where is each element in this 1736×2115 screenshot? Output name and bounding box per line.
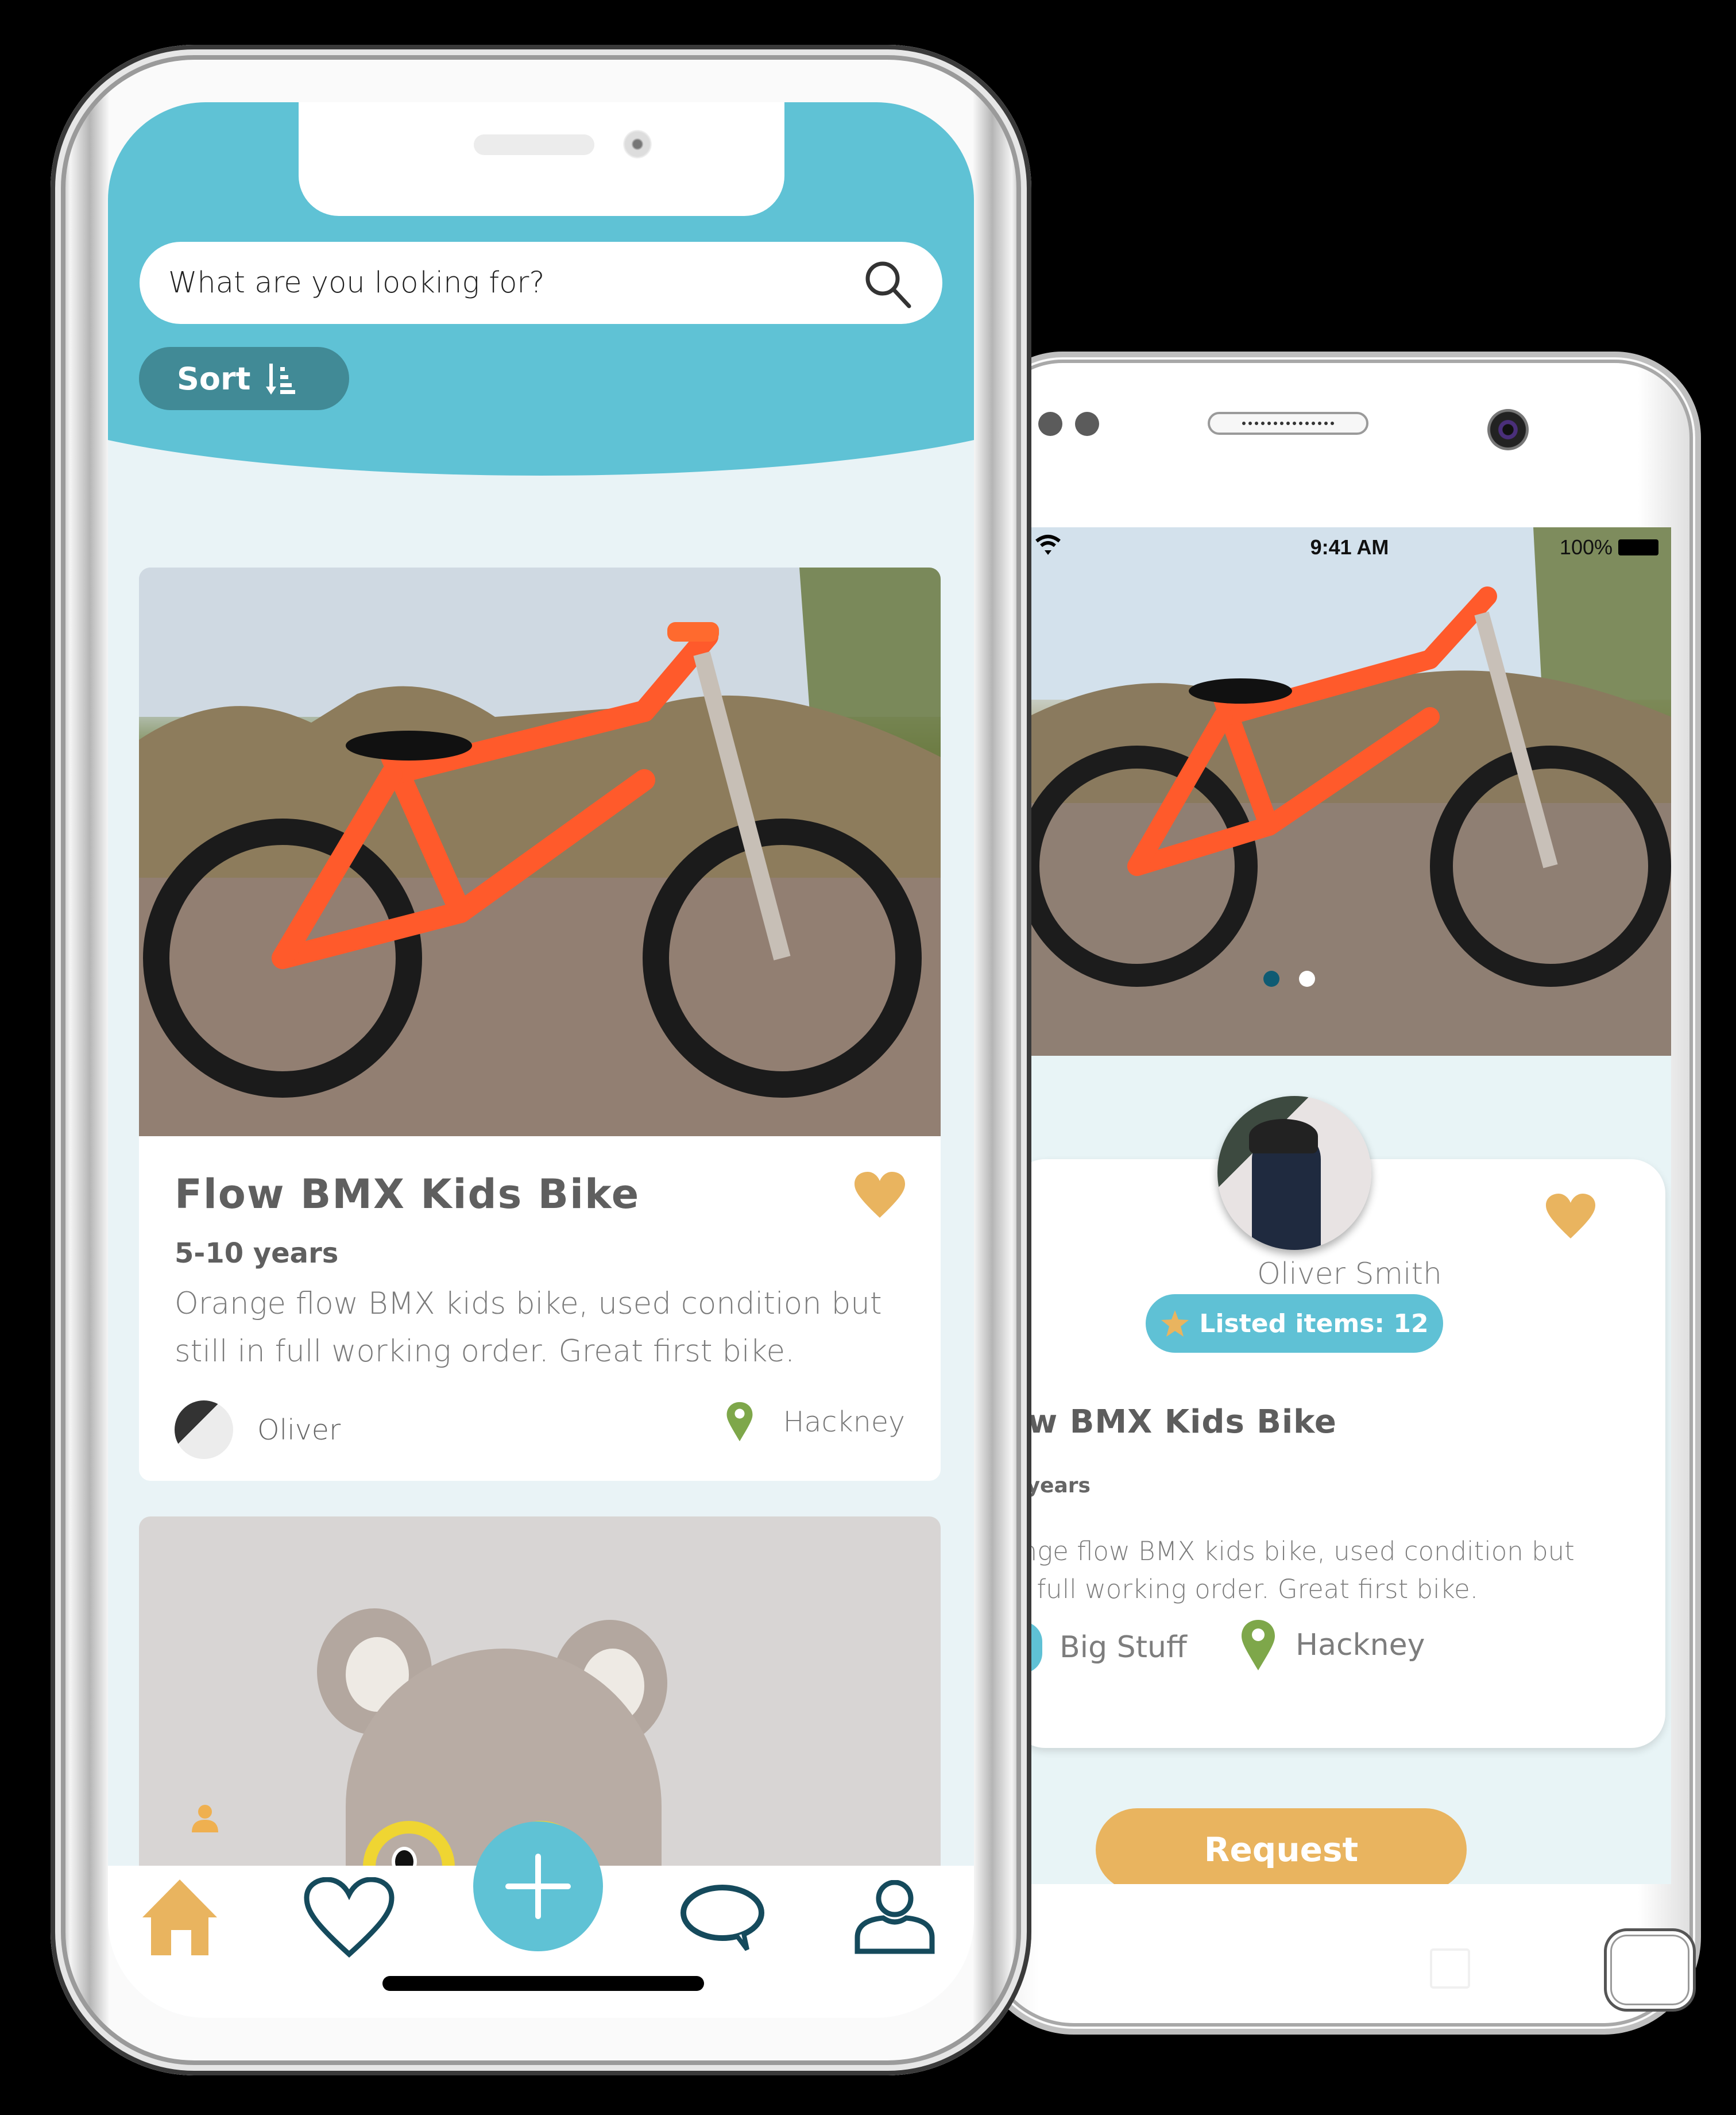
android-phone-frame: 9:41 AM 100% Oliver Smith Listed items: … <box>976 352 1701 2035</box>
owner-avatar[interactable] <box>1217 1096 1371 1250</box>
owner-name: Oliver <box>257 1413 341 1446</box>
location-pin-icon <box>726 1402 753 1442</box>
user-icon <box>855 1880 935 1954</box>
browse-screen: What are you looking for? Sort Flow BMX … <box>108 102 974 2018</box>
tab-messages[interactable] <box>676 1866 768 1969</box>
bike-photo <box>139 568 941 1136</box>
search-placeholder: What are you looking for? <box>168 266 545 300</box>
tab-favorites[interactable] <box>303 1866 395 1969</box>
request-button[interactable]: Request <box>1096 1808 1467 1884</box>
description-line-2: in full working order. Great first bike. <box>1028 1574 1479 1604</box>
heart-icon <box>304 1877 395 1958</box>
sort-label: Sort <box>177 360 251 397</box>
listing-title[interactable]: Flow BMX Kids Bike <box>175 1171 640 1218</box>
add-listing-button[interactable] <box>473 1821 603 1951</box>
light-sensor <box>1075 412 1099 436</box>
owner-name[interactable]: Oliver Smith <box>1028 1257 1671 1291</box>
listing-category: Big Stuff <box>1028 1622 1187 1673</box>
battery-percent: 100% <box>1559 535 1613 559</box>
search-input[interactable]: What are you looking for? <box>140 242 942 324</box>
chat-bubble-icon <box>681 1885 764 1951</box>
carousel-dot-active[interactable] <box>1263 971 1279 987</box>
favorite-heart-icon[interactable] <box>853 1172 906 1219</box>
category-label: Big Stuff <box>1060 1630 1187 1665</box>
front-camera <box>1487 409 1529 450</box>
listing-owner[interactable]: Oliver <box>175 1400 341 1459</box>
description-line-1: ange flow BMX kids bike, used condition … <box>1028 1536 1575 1566</box>
listing-photo[interactable] <box>139 568 941 1136</box>
listing-card[interactable]: Flow BMX Kids Bike 5-10 years Orange flo… <box>139 568 941 1481</box>
listing-description: ange flow BMX kids bike, used condition … <box>1028 1533 1579 1608</box>
listing-detail-screen: 9:41 AM 100% Oliver Smith Listed items: … <box>1028 527 1671 1884</box>
sort-button[interactable]: Sort <box>139 347 349 410</box>
front-camera <box>623 130 652 159</box>
android-home-button[interactable] <box>1604 1928 1696 2012</box>
earpiece <box>474 134 594 155</box>
location-label: Hackney <box>783 1405 905 1438</box>
carousel-indicator <box>1263 971 1315 987</box>
owner-avatar <box>175 1400 233 1459</box>
recent-apps-button[interactable] <box>1430 1948 1470 1989</box>
battery-icon <box>1618 539 1658 555</box>
user-icon <box>192 1805 218 1832</box>
proximity-sensor <box>1038 412 1062 436</box>
listing-title: ow BMX Kids Bike <box>1028 1403 1337 1441</box>
iphone-frame: What are you looking for? Sort Flow BMX … <box>51 45 1031 2075</box>
listing-age-range: 5-10 years <box>175 1237 339 1269</box>
star-icon <box>1161 1310 1189 1337</box>
favorite-heart-icon[interactable] <box>1545 1194 1596 1240</box>
listing-location: Hackney <box>1240 1619 1425 1672</box>
listing-age-range: 0 years <box>1028 1474 1091 1498</box>
home-icon <box>142 1879 217 1955</box>
status-bar: 9:41 AM 100% <box>1028 527 1671 568</box>
plus-icon <box>505 1854 571 1919</box>
location-label: Hackney <box>1296 1628 1425 1662</box>
listed-items-badge[interactable]: Listed items: 12 <box>1146 1294 1443 1353</box>
listed-items-label: Listed items: 12 <box>1199 1309 1429 1338</box>
tab-profile[interactable] <box>849 1866 941 1969</box>
home-indicator[interactable] <box>382 1976 704 1991</box>
iphone-notch <box>299 102 784 216</box>
carousel-dot[interactable] <box>1299 971 1315 987</box>
listing-location: Hackney <box>726 1400 905 1443</box>
location-pin-icon <box>1242 1620 1275 1670</box>
tab-home[interactable] <box>134 1866 226 1969</box>
bike-photo <box>1028 527 1671 1056</box>
battery-status: 100% <box>1560 535 1658 559</box>
search-icon[interactable] <box>862 258 914 310</box>
earpiece-speaker <box>1208 412 1368 435</box>
listing-description: Orange flow BMX kids bike, used conditio… <box>175 1286 882 1369</box>
listing-photo-carousel[interactable]: 9:41 AM 100% <box>1028 527 1671 1056</box>
sort-descending-icon <box>266 364 296 395</box>
